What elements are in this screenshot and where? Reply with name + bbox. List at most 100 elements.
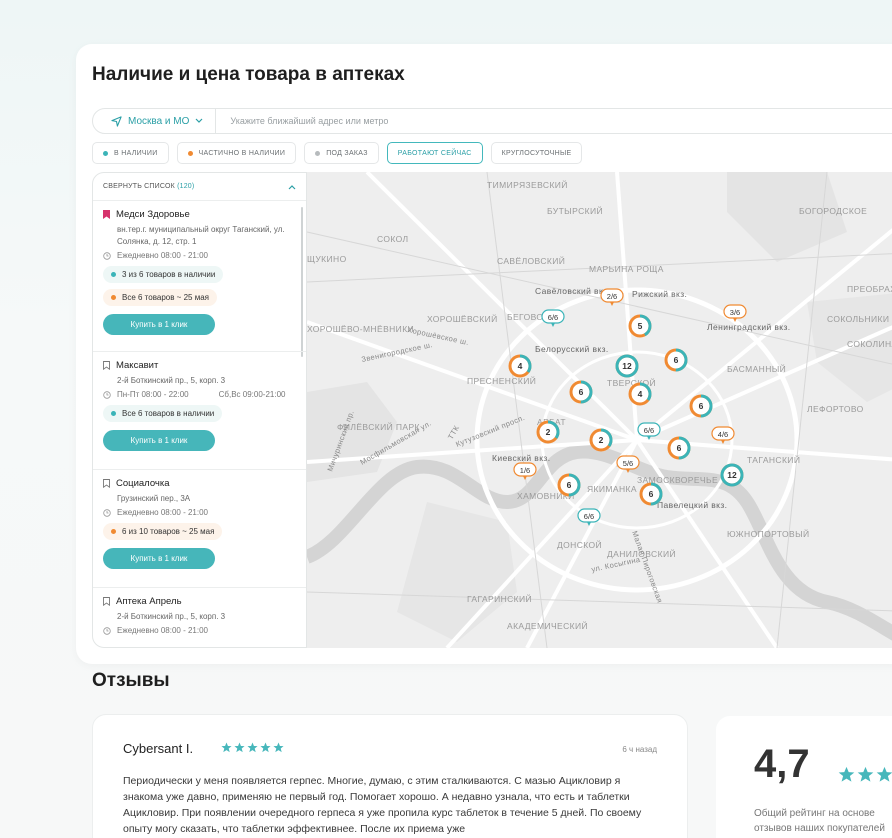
map-station-label: Ленинградский вкз. <box>707 322 791 332</box>
star-icon <box>260 742 271 753</box>
buy-one-click-button[interactable]: Купить в 1 клик <box>103 314 215 335</box>
map-cluster-marker[interactable]: 4 <box>508 354 532 378</box>
filter-open-now[interactable]: РАБОТАЮТ СЕЙЧАС <box>386 142 483 164</box>
region-label: Москва и МО <box>128 115 190 127</box>
marker-label: 1/6 <box>520 466 530 475</box>
buy-one-click-button[interactable]: Купить в 1 клик <box>103 430 215 451</box>
rating-card: 4,7 Общий рейтинг на основе отзывов наши… <box>716 716 892 838</box>
buy-one-click-button[interactable]: Купить в 1 клик <box>103 548 215 569</box>
pharmacy-hours: Ежедневно 08:00 - 21:00 <box>117 251 208 260</box>
map-cluster-marker[interactable]: 6 <box>667 436 691 460</box>
review-stars <box>221 742 284 753</box>
bookmark-icon[interactable] <box>103 361 110 370</box>
marker-label: 4 <box>518 361 523 371</box>
filter-chips: В НАЛИЧИИ ЧАСТИЧНО В НАЛИЧИИ ПОД ЗАКАЗ Р… <box>92 142 583 164</box>
map-district-label: ЮЖНОПОРТОВЫЙ <box>727 528 810 539</box>
review-author: Cybersant I. <box>123 741 194 756</box>
bookmark-icon[interactable] <box>103 479 110 488</box>
map-district-label: ТИМИРЯЗЕВСКИЙ <box>487 179 568 190</box>
list-item[interactable]: Аптека Апрель 2-й Боткинский пр., 5, кор… <box>93 588 306 647</box>
pharmacy-address: вн.тер.г. муниципальный округ Таганский,… <box>117 225 285 246</box>
map-district-label: МАРЬИНА РОЩА <box>589 264 664 274</box>
map-cluster-marker[interactable]: 5 <box>628 314 652 338</box>
map-cluster-marker[interactable]: 4 <box>628 382 652 406</box>
star-icon <box>234 742 245 753</box>
filter-partial[interactable]: ЧАСТИЧНО В НАЛИЧИИ <box>176 142 297 164</box>
map-district-label: БУТЫРСКИЙ <box>547 205 603 216</box>
map-district-label: ГАГАРИНСКИЙ <box>467 593 532 604</box>
star-icon <box>221 742 232 753</box>
pharmacy-map[interactable]: ТИМИРЯЗЕВСКИЙ БУТЫРСКИЙ БОГОРОДСКОЕ СОКОЛ СА… <box>307 172 892 648</box>
chip-label: РАБОТАЮТ СЕЙЧАС <box>397 149 472 157</box>
region-select[interactable]: Москва и МО <box>93 109 217 133</box>
map-cluster-marker[interactable]: 12 <box>615 354 639 378</box>
list-item[interactable]: Максавит 2-й Боткинский пр., 5, корп. 3 … <box>93 352 306 470</box>
availability-badge: Все 6 товаров в наличии <box>103 405 223 422</box>
marker-label: 6/6 <box>548 313 558 322</box>
marker-label: 4 <box>638 389 643 399</box>
map-district-label: ТАГАНСКИЙ <box>747 454 800 465</box>
chip-label: ЧАСТИЧНО В НАЛИЧИИ <box>198 149 286 157</box>
map-station-label: Савёловский вкз. <box>535 286 610 296</box>
availability-badge: Все 6 товаров ~ 25 мая <box>103 289 217 306</box>
map-cluster-marker[interactable]: 6 <box>689 394 713 418</box>
reviews-title: Отзывы <box>92 670 170 691</box>
map-district-label: СОКОЛ <box>377 234 409 244</box>
map-station-label: Киевский вкз. <box>492 453 550 463</box>
map-district-label: ХОРОШЁВО-МНЁВНИКИ <box>307 324 414 334</box>
map-cluster-marker[interactable]: 6 <box>639 482 663 506</box>
pharmacy-name: Аптека Апрель <box>116 596 182 607</box>
map-cluster-marker[interactable]: 6 <box>569 380 593 404</box>
map-district-label: БОГОРОДСКОЕ <box>799 206 867 216</box>
marker-label: 6/6 <box>644 426 654 435</box>
pharmacy-name: Медси Здоровье <box>116 209 190 220</box>
marker-label: 6 <box>674 355 679 365</box>
pharmacy-name: Социалочка <box>116 478 170 489</box>
marker-label: 6 <box>579 387 584 397</box>
star-icon <box>857 766 874 782</box>
star-icon <box>838 766 855 782</box>
pharmacy-hours: Ежедневно 08:00 - 21:00 <box>117 508 208 517</box>
map-district-label: ДОНСКОЙ <box>557 539 602 550</box>
review-text: Периодически у меня появляется герпес. М… <box>123 775 642 835</box>
availability-badge: 6 из 10 товаров ~ 25 мая <box>103 523 223 540</box>
pharmacy-list[interactable]: СВЕРНУТЬ СПИСОК (120) Медси Здоровье вн.… <box>92 172 307 648</box>
bookmark-icon[interactable] <box>103 597 110 606</box>
search-bar[interactable]: Москва и МО Укажите ближайший адрес или … <box>92 108 892 134</box>
pharmacy-hours-weekend: Сб,Вс 09:00-21:00 <box>218 390 286 399</box>
location-arrow-icon <box>111 115 122 127</box>
filter-on-order[interactable]: ПОД ЗАКАЗ <box>304 142 379 164</box>
map-cluster-marker[interactable]: 6 <box>664 348 688 372</box>
map-cluster-marker[interactable]: 2 <box>536 420 560 444</box>
collapse-list-button[interactable]: СВЕРНУТЬ СПИСОК (120) <box>93 173 306 201</box>
map-district-label: АКАДЕМИЧЕСКИЙ <box>507 620 588 631</box>
map-district-label: ХОРОШЁВСКИЙ <box>427 313 498 324</box>
review-time: 6 ч назад <box>622 745 657 754</box>
clock-icon <box>103 626 111 635</box>
marker-label: 6 <box>567 480 572 490</box>
marker-label: 3/6 <box>730 308 740 317</box>
filter-24h[interactable]: КРУГЛОСУТОЧНЫЕ <box>490 142 583 164</box>
map-cluster-marker[interactable]: 2 <box>589 428 613 452</box>
availability-card: Наличие и цена товара в аптеках Москва и… <box>76 44 892 664</box>
address-input[interactable]: Укажите ближайший адрес или метро <box>216 116 388 126</box>
map-district-label: СОКОЛЬНИКИ <box>827 314 889 324</box>
map-district-label: ЛЕФОРТОВО <box>807 404 864 414</box>
filter-in-stock[interactable]: В НАЛИЧИИ <box>92 142 169 164</box>
map-cluster-marker[interactable]: 6 <box>557 473 581 497</box>
chevron-up-icon <box>288 184 296 189</box>
rating-stars <box>838 766 892 783</box>
pharmacy-address: 2-й Боткинский пр., 5, корп. 3 <box>117 376 226 385</box>
map-cluster-marker[interactable]: 12 <box>720 463 744 487</box>
list-item[interactable]: Медси Здоровье вн.тер.г. муниципальный о… <box>93 201 306 352</box>
map-canvas[interactable]: ТИМИРЯЗЕВСКИЙ БУТЫРСКИЙ БОГОРОДСКОЕ СОКОЛ СА… <box>307 172 892 648</box>
list-item[interactable]: Социалочка Грузинский пер., 3А Ежедневно… <box>93 470 306 588</box>
marker-label: 2/6 <box>607 292 617 301</box>
bookmark-filled-icon[interactable] <box>103 210 110 219</box>
pharmacy-name: Максавит <box>116 360 159 371</box>
star-icon <box>876 766 892 782</box>
rating-value: 4,7 <box>754 742 810 786</box>
chip-label: ПОД ЗАКАЗ <box>326 149 368 157</box>
marker-label: 4/6 <box>718 430 728 439</box>
map-district-label: ЯКИМАНКА <box>587 484 637 494</box>
